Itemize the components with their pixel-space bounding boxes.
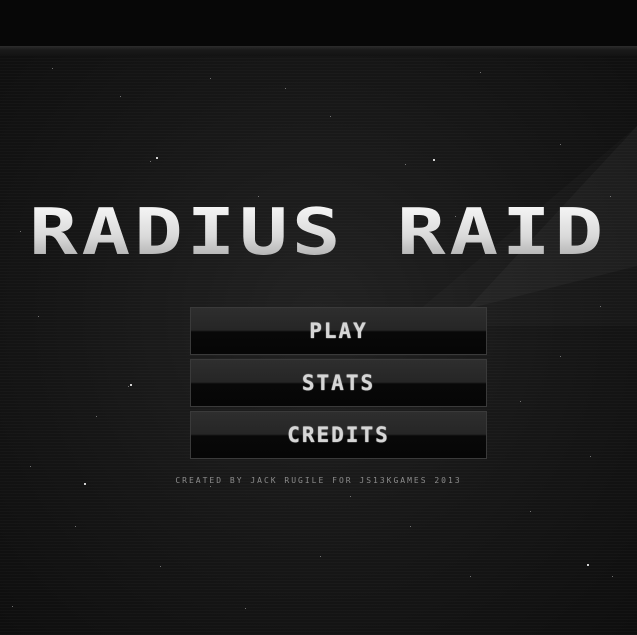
credits-button-label: CREDITS (287, 423, 390, 447)
main-menu: PLAY STATS CREDITS (190, 307, 487, 463)
top-bar-edge (0, 46, 637, 56)
game-stage[interactable]: RADIUS RAID PLAY STATS CREDITS CREATED B… (0, 56, 637, 635)
credits-button[interactable]: CREDITS (190, 411, 487, 459)
top-bar (0, 0, 637, 46)
stats-button[interactable]: STATS (190, 359, 487, 407)
play-button-label: PLAY (309, 319, 368, 343)
play-button[interactable]: PLAY (190, 307, 487, 355)
stats-button-label: STATS (301, 371, 376, 395)
game-title-text: RADIUS RAID (29, 206, 607, 266)
footer-credit: CREATED BY JACK RUGILE FOR JS13KGAMES 20… (175, 476, 462, 485)
game-title: RADIUS RAID (29, 206, 607, 266)
